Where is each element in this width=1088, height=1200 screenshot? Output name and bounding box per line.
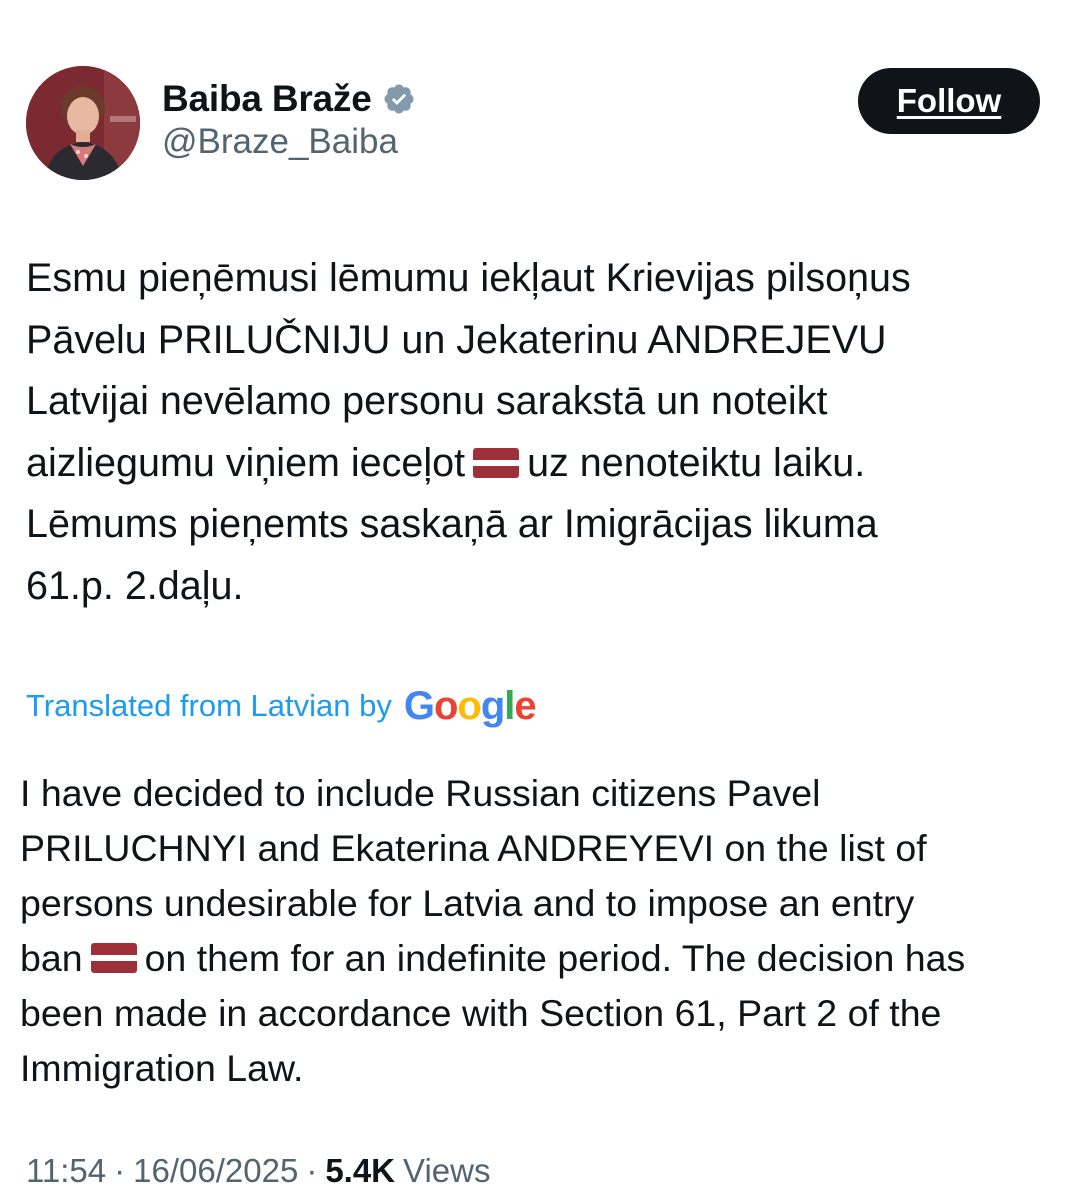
latvia-flag-icon	[473, 447, 520, 478]
meta-separator: ·	[114, 1152, 126, 1189]
tweet-date[interactable]: 16/06/2025	[133, 1152, 298, 1190]
translated-line: ban on them for an indefinite period. The…	[20, 931, 1070, 986]
translated-text-segment: on them for an indefinite period. The de…	[144, 937, 966, 979]
tweet-text-segment: Esmu pieņēmusi lēmumu iekļaut Krievijas …	[26, 256, 911, 300]
translated-line: been made in accordance with Section 61,…	[20, 986, 1070, 1041]
google-logo-letter: g	[480, 684, 505, 728]
google-logo-letter: e	[514, 684, 536, 728]
tweet-meta: 11:54 · 16/06/2025 · 5.4K Views	[26, 1152, 490, 1190]
translated-line: PRILUCHNYI and Ekaterina ANDREYEVI on th…	[20, 821, 1070, 876]
translated-text-segment: I have decided to include Russian citize…	[20, 772, 821, 814]
tweet-translated-text: I have decided to include Russian citize…	[20, 766, 1070, 1096]
translated-from-label[interactable]: Translated from Latvian by	[26, 688, 392, 724]
avatar-photo	[26, 66, 140, 180]
translation-notice[interactable]: Translated from Latvian by Google	[26, 682, 537, 730]
tweet-line: Latvijai nevēlamo personu sarakstā un no…	[26, 371, 1066, 433]
tweet-line: Esmu pieņēmusi lēmumu iekļaut Krievijas …	[26, 248, 1066, 310]
author-name-row: Baiba Braže	[162, 74, 416, 124]
tweet-line: aizliegumu viņiem iecеļot uz nenoteiktu l…	[26, 433, 1066, 495]
translated-line: Immigration Law.	[20, 1041, 1070, 1096]
views-count[interactable]: 5.4K	[325, 1152, 395, 1190]
google-logo-letter: l	[504, 684, 515, 728]
tweet-text-segment: Latvijai nevēlamo personu sarakstā un no…	[26, 379, 828, 423]
translated-text-segment: been made in accordance with Section 61,…	[20, 992, 942, 1034]
google-logo: Google	[403, 684, 537, 728]
translated-text-segment: persons undesirable for Latvia and to im…	[20, 882, 915, 924]
tweet-text-segment: Pāvelu PRILUČNIJU u	[26, 317, 424, 362]
verified-badge-icon	[382, 82, 416, 116]
translated-line: persons undesirable for Latvia and to im…	[20, 876, 1070, 931]
author-handle[interactable]: @Braze_Baiba	[162, 122, 398, 162]
follow-button[interactable]: Follow	[858, 68, 1040, 134]
translated-text-segment: PRILUCHNYI and Ekaterina ANDREYEVI on th…	[20, 827, 927, 869]
translated-line: I have decided to include Russian citize…	[20, 766, 1070, 821]
highlighted-name: n Jekaterinu ANDREJEVU	[423, 310, 886, 372]
tweet-line: 61.p. 2.daļu.	[26, 556, 1066, 618]
views-label: Views	[403, 1152, 491, 1189]
tweet-time[interactable]: 11:54	[26, 1152, 106, 1190]
tweet-text-segment: uz nenoteiktu laiku.	[527, 440, 866, 485]
tweet-original-text: Esmu pieņēmusi lēmumu iekļaut Krievijas …	[26, 248, 1066, 617]
tweet-line: Lēmums pieņemts saskaņā ar Imigrācijas l…	[26, 494, 1066, 556]
google-logo-letter: o	[457, 684, 481, 728]
translated-text-segment: Immigration Law.	[20, 1047, 304, 1089]
tweet-text-segment: aizliegumu viņiem iecеļot	[26, 440, 466, 485]
meta-separator: ·	[306, 1152, 318, 1189]
google-logo-letter: G	[403, 684, 435, 728]
translated-text-segment: ban	[20, 937, 83, 979]
avatar[interactable]	[26, 66, 140, 180]
tweet-line: Pāvelu PRILUČNIJU un Jekaterinu ANDREJEV…	[26, 310, 1066, 372]
tweet-text-segment: Lēmums pieņemts saskaņā ar Imigrācijas l…	[26, 502, 878, 546]
tweet-text-segment: 61.p. 2.daļu.	[26, 563, 244, 608]
google-logo-letter: o	[433, 684, 458, 728]
author-name[interactable]: Baiba Braže	[162, 78, 372, 120]
latvia-flag-icon	[90, 943, 137, 973]
tweet-header: Baiba Braže @Braze_Baiba Follow	[0, 0, 1088, 200]
